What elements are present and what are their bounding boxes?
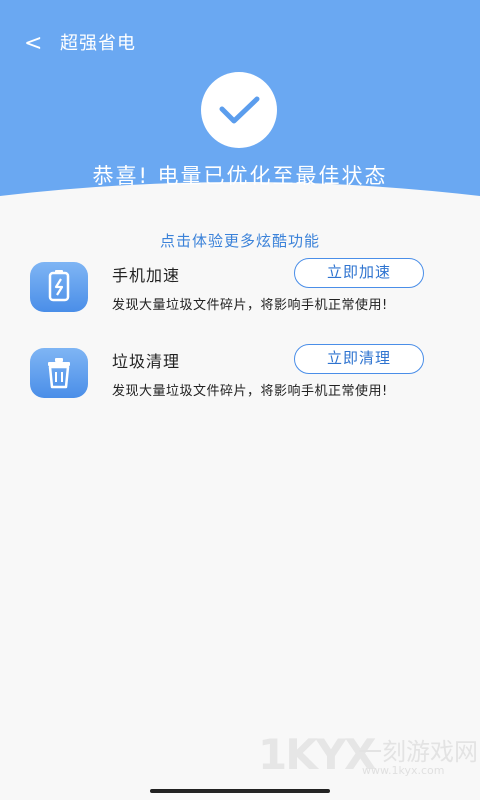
check-icon (201, 72, 277, 148)
watermark: 1KYX 一刻游戏网 www.1kyx.com (258, 730, 478, 782)
feature-title: 垃圾清理 (112, 352, 181, 371)
feature-card-boost: 手机加速 发现大量垃圾文件碎片，将影响手机正常使用! 立即加速 (0, 258, 480, 332)
back-icon[interactable]: < (24, 30, 48, 58)
feature-description: 发现大量垃圾文件碎片，将影响手机正常使用! (112, 384, 388, 399)
feature-title: 手机加速 (112, 266, 181, 285)
feature-description: 发现大量垃圾文件碎片，将影响手机正常使用! (112, 298, 388, 313)
success-message: 恭喜! 电量已优化至最佳状态 (92, 164, 388, 188)
watermark-url: www.1kyx.com (362, 764, 445, 777)
header: < 超强省电 (0, 28, 480, 60)
boost-now-button[interactable]: 立即加速 (294, 258, 424, 288)
phone-boost-icon (30, 262, 88, 312)
hero-banner: < 超强省电 恭喜! 电量已优化至最佳状态 (0, 0, 480, 215)
home-indicator[interactable] (150, 789, 330, 793)
more-features-link[interactable]: 点击体验更多炫酷功能 (0, 230, 480, 251)
trash-icon (30, 348, 88, 398)
watermark-text: 一刻游戏网 (358, 738, 478, 766)
page-title: 超强省电 (60, 33, 136, 54)
feature-card-clean: 垃圾清理 发现大量垃圾文件碎片，将影响手机正常使用! 立即清理 (0, 344, 480, 418)
clean-now-button[interactable]: 立即清理 (294, 344, 424, 374)
